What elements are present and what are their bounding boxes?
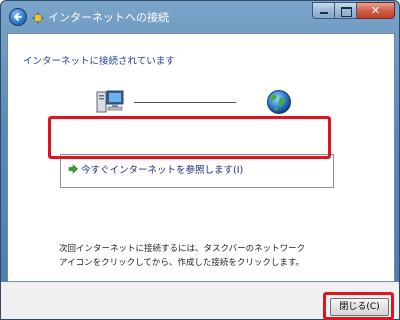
green-arrow-icon <box>68 164 78 174</box>
title-bar: インターネットへの接続 ✕ <box>1 1 399 33</box>
highlight-browse-option <box>48 116 331 159</box>
back-button[interactable] <box>9 8 27 26</box>
maximize-button[interactable] <box>335 2 357 19</box>
connection-line <box>134 102 236 103</box>
instruction-line-1: 次回インターネットに接続するには、タスクバーのネットワーク <box>59 244 306 254</box>
window-title: インターネットへの接続 <box>48 11 169 24</box>
network-wizard-icon <box>31 10 45 24</box>
window-controls: ✕ <box>312 2 395 19</box>
globe-icon <box>266 89 292 119</box>
browse-internet-option[interactable]: 今すぐインターネットを参照します(I) <box>60 154 334 188</box>
instruction-text: 次回インターネットに接続するには、タスクバーのネットワーク アイコンをクリックし… <box>59 242 305 270</box>
connection-wizard-window: インターネットへの接続 ✕ インターネットに接続されています 今すぐインターネッ… <box>0 0 400 320</box>
computer-icon <box>96 89 124 119</box>
page-heading: インターネットに接続されています <box>23 56 175 67</box>
close-icon: ✕ <box>370 4 381 17</box>
highlight-close-button <box>323 292 394 320</box>
back-arrow-icon <box>14 13 22 21</box>
minimize-button[interactable] <box>312 2 335 19</box>
browse-option-label: 今すぐインターネットを参照します(I) <box>81 165 244 176</box>
window-close-button[interactable]: ✕ <box>357 2 395 19</box>
instruction-line-2: アイコンをクリックしてから、作成した接続をクリックします。 <box>59 258 304 268</box>
